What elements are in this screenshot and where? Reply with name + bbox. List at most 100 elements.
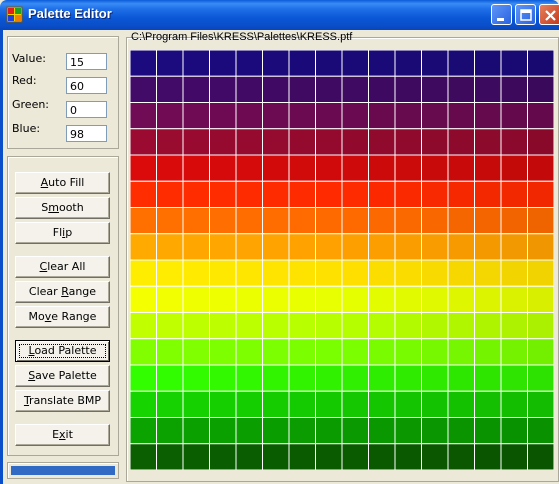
close-button[interactable] (539, 4, 559, 25)
palette-swatch[interactable] (156, 75, 184, 103)
palette-swatch[interactable] (527, 233, 555, 261)
palette-swatch[interactable] (394, 102, 422, 130)
translate-bmp-button[interactable]: Translate BMP (15, 390, 110, 412)
palette-swatch[interactable] (421, 312, 449, 340)
palette-swatch[interactable] (447, 285, 475, 313)
palette-swatch[interactable] (182, 443, 210, 470)
palette-swatch[interactable] (500, 417, 528, 445)
palette-swatch[interactable] (209, 154, 237, 182)
palette-swatch[interactable] (130, 180, 157, 208)
palette-swatch[interactable] (474, 443, 502, 470)
palette-swatch[interactable] (421, 443, 449, 470)
palette-swatch[interactable] (341, 50, 369, 77)
palette-swatch[interactable] (288, 443, 316, 470)
palette-swatch[interactable] (500, 180, 528, 208)
palette-swatch[interactable] (209, 75, 237, 103)
palette-swatch[interactable] (315, 259, 343, 287)
palette-swatch[interactable] (500, 285, 528, 313)
palette-swatch[interactable] (474, 312, 502, 340)
palette-swatch[interactable] (341, 180, 369, 208)
palette-swatch[interactable] (527, 312, 555, 340)
save-palette-button[interactable]: Save Palette (15, 365, 110, 387)
palette-swatch[interactable] (394, 180, 422, 208)
palette-swatch[interactable] (447, 338, 475, 366)
palette-swatch[interactable] (394, 285, 422, 313)
palette-swatch[interactable] (288, 390, 316, 418)
palette-swatch[interactable] (156, 50, 184, 77)
palette-swatch[interactable] (527, 443, 555, 470)
palette-swatch[interactable] (235, 75, 263, 103)
palette-swatch[interactable] (500, 364, 528, 392)
palette-swatch[interactable] (156, 180, 184, 208)
palette-swatch[interactable] (500, 338, 528, 366)
load-palette-button[interactable]: Load Palette (15, 340, 110, 362)
palette-swatch[interactable] (500, 102, 528, 130)
palette-swatch[interactable] (182, 102, 210, 130)
palette-swatch[interactable] (527, 338, 555, 366)
palette-swatch[interactable] (368, 390, 396, 418)
palette-swatch[interactable] (500, 50, 528, 77)
palette-swatch[interactable] (130, 154, 157, 182)
palette-swatch[interactable] (130, 50, 157, 77)
palette-swatch[interactable] (500, 154, 528, 182)
palette-swatch[interactable] (262, 128, 290, 156)
palette-swatch[interactable] (341, 102, 369, 130)
palette-swatch[interactable] (447, 233, 475, 261)
palette-swatch[interactable] (235, 390, 263, 418)
palette-swatch[interactable] (500, 207, 528, 235)
palette-swatch[interactable] (500, 128, 528, 156)
palette-swatch[interactable] (527, 180, 555, 208)
palette-swatch[interactable] (447, 128, 475, 156)
palette-swatch[interactable] (527, 364, 555, 392)
palette-swatch[interactable] (182, 338, 210, 366)
palette-swatch[interactable] (500, 443, 528, 470)
palette-swatch[interactable] (182, 364, 210, 392)
palette-swatch[interactable] (156, 364, 184, 392)
palette-grid[interactable] (130, 50, 554, 470)
palette-swatch[interactable] (421, 102, 449, 130)
palette-swatch[interactable] (262, 207, 290, 235)
palette-swatch[interactable] (368, 364, 396, 392)
palette-swatch[interactable] (527, 128, 555, 156)
palette-swatch[interactable] (130, 128, 157, 156)
palette-swatch[interactable] (209, 443, 237, 470)
palette-swatch[interactable] (182, 154, 210, 182)
palette-swatch[interactable] (235, 259, 263, 287)
palette-swatch[interactable] (209, 259, 237, 287)
palette-swatch[interactable] (341, 364, 369, 392)
palette-swatch[interactable] (447, 312, 475, 340)
palette-swatch[interactable] (368, 102, 396, 130)
palette-swatch[interactable] (315, 233, 343, 261)
palette-swatch[interactable] (421, 207, 449, 235)
palette-swatch[interactable] (156, 390, 184, 418)
palette-swatch[interactable] (394, 443, 422, 470)
palette-swatch[interactable] (474, 180, 502, 208)
palette-swatch[interactable] (315, 443, 343, 470)
palette-swatch[interactable] (209, 390, 237, 418)
palette-swatch[interactable] (130, 417, 157, 445)
palette-swatch[interactable] (500, 312, 528, 340)
palette-swatch[interactable] (288, 285, 316, 313)
palette-swatch[interactable] (394, 417, 422, 445)
flip-button[interactable]: Flip (15, 222, 110, 244)
palette-swatch[interactable] (421, 390, 449, 418)
palette-swatch[interactable] (209, 364, 237, 392)
palette-swatch[interactable] (156, 207, 184, 235)
palette-swatch[interactable] (527, 259, 555, 287)
palette-swatch[interactable] (447, 417, 475, 445)
palette-swatch[interactable] (341, 338, 369, 366)
palette-swatch[interactable] (527, 390, 555, 418)
palette-swatch[interactable] (527, 50, 555, 77)
palette-swatch[interactable] (130, 233, 157, 261)
palette-swatch[interactable] (341, 75, 369, 103)
palette-swatch[interactable] (288, 364, 316, 392)
palette-swatch[interactable] (315, 417, 343, 445)
palette-swatch[interactable] (368, 312, 396, 340)
palette-swatch[interactable] (262, 102, 290, 130)
palette-swatch[interactable] (394, 390, 422, 418)
palette-swatch[interactable] (315, 75, 343, 103)
palette-swatch[interactable] (182, 312, 210, 340)
palette-swatch[interactable] (315, 180, 343, 208)
palette-swatch[interactable] (315, 312, 343, 340)
palette-swatch[interactable] (421, 338, 449, 366)
